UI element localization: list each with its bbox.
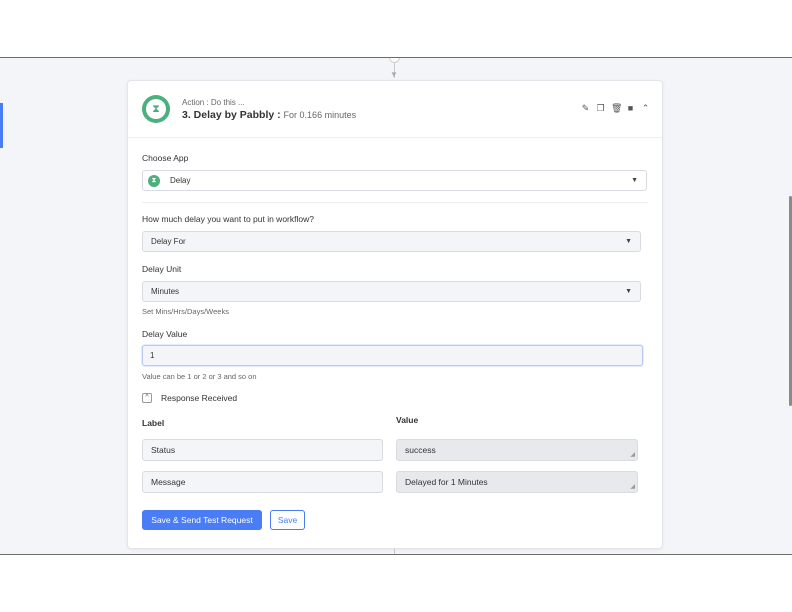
response-value-message[interactable]: Delayed for 1 Minutes ◢	[396, 471, 638, 493]
chevron-down-icon: ▼	[631, 177, 638, 184]
delay-value-label: Delay Value	[142, 329, 188, 339]
response-value-status[interactable]: success ◢	[396, 439, 638, 461]
delay-type-label: How much delay you want to put in workfl…	[142, 214, 314, 224]
save-button[interactable]: Save	[270, 510, 305, 530]
delay-unit-hint: Set Mins/Hrs/Days/Weeks	[142, 307, 229, 316]
delay-type-value: Delay For	[151, 237, 186, 246]
action-meta: For 0.166 minutes	[283, 110, 357, 120]
connector-node	[389, 58, 400, 63]
connector-arrow-icon: ▼	[390, 70, 398, 79]
chevron-down-icon: ▼	[625, 238, 632, 245]
choose-app-label: Choose App	[142, 153, 189, 163]
copy-icon[interactable]: ❐	[596, 104, 605, 113]
delay-unit-select[interactable]: Minutes ▼	[142, 281, 641, 302]
delay-app-logo: ⧗	[142, 95, 170, 123]
delay-unit-label: Delay Unit	[142, 264, 182, 274]
delay-type-select[interactable]: Delay For ▼	[142, 231, 641, 252]
delay-value-hint: Value can be 1 or 2 or 3 and so on	[142, 372, 257, 381]
delay-value-input[interactable]: 1	[142, 345, 643, 366]
action-title[interactable]: 3. Delay by Pabbly : For 0.166 minutes	[182, 109, 356, 121]
collapse-toggle-icon[interactable]: ^	[142, 393, 152, 403]
save-send-test-button[interactable]: Save & Send Test Request	[142, 510, 262, 530]
response-value-message-text: Delayed for 1 Minutes	[405, 477, 488, 487]
resize-handle-icon[interactable]: ◢	[630, 484, 635, 490]
chevron-down-icon: ▼	[625, 288, 632, 295]
action-name: 3. Delay by Pabbly :	[182, 109, 281, 121]
hourglass-icon: ⧗	[152, 102, 160, 115]
pencil-icon[interactable]: ✎	[581, 104, 590, 113]
delay-app-mini-icon: ⧗	[148, 175, 160, 187]
sidebar-edge	[0, 103, 3, 148]
response-label-status[interactable]: Status	[142, 439, 383, 461]
trash-icon[interactable]: 🗑	[611, 104, 622, 113]
delay-action-card: ⧗ Action : Do this ... 3. Delay by Pabbl…	[127, 80, 663, 549]
chevron-up-icon[interactable]: ⌃	[641, 104, 650, 113]
choose-app-select[interactable]: ⧗ Delay ▼	[142, 170, 647, 191]
header-toolbar: ✎ ❐ 🗑 ■ ⌃	[581, 104, 650, 113]
resize-handle-icon[interactable]: ◢	[630, 452, 635, 458]
response-label-message[interactable]: Message	[142, 471, 383, 493]
label-column-header: Label	[142, 418, 165, 428]
video-icon[interactable]: ■	[626, 104, 635, 113]
action-subtitle: Action : Do this ...	[182, 98, 245, 107]
choose-app-value: Delay	[170, 176, 191, 185]
response-title: Response Received	[161, 393, 238, 403]
value-column-header: Value	[396, 415, 419, 425]
delay-unit-value: Minutes	[151, 287, 180, 296]
card-header: ⧗ Action : Do this ... 3. Delay by Pabbl…	[128, 81, 662, 138]
divider	[142, 202, 648, 203]
response-value-status-text: success	[405, 445, 436, 455]
